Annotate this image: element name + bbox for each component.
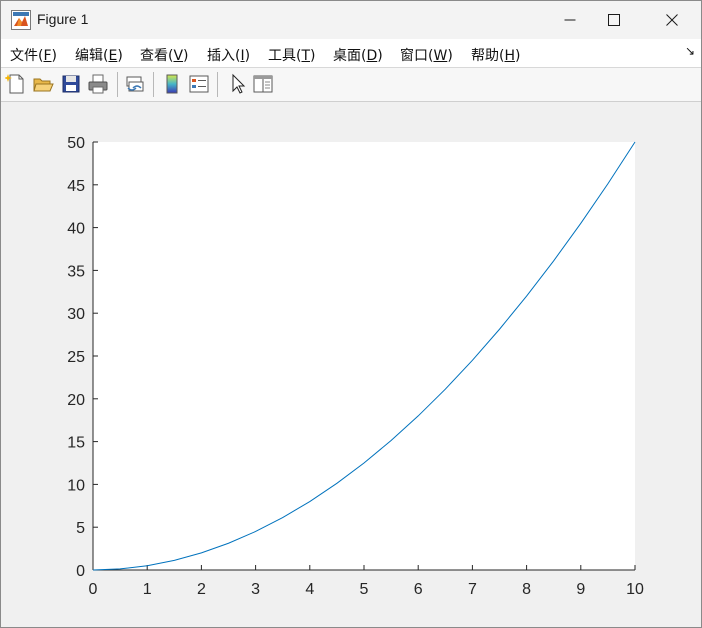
y-axis: 0 5 10 15 20 25 30 35 40 45 50 [67,135,98,580]
link-plot-icon[interactable] [124,73,146,95]
menu-overflow-icon[interactable]: ↘ [685,44,695,58]
maximize-button[interactable] [591,1,637,39]
print-icon[interactable] [87,73,109,95]
x-tick-label: 8 [522,581,531,598]
x-tick-label: 4 [305,581,314,598]
menu-file[interactable]: 文件(F) [10,45,57,65]
x-tick-label: 5 [360,581,369,598]
figure-window: Figure 1 文件(F) 编辑(E) 查看(V) 插入(I) 工具(T) 桌… [0,0,702,628]
minimize-button[interactable] [547,1,593,39]
maximize-icon [608,14,620,26]
x-tick-label: 1 [143,581,152,598]
y-tick-label: 20 [67,392,85,409]
save-icon[interactable] [60,73,82,95]
figure-canvas: 05101520253035404550 0 1 2 3 4 5 6 7 8 9 10 [67,135,644,598]
menu-view[interactable]: 查看(V) [140,45,189,65]
x-tick-label: 9 [576,581,585,598]
menu-desktop[interactable]: 桌面(D) [333,45,383,65]
y-tick-label: 40 [67,221,85,238]
x-axis: 0 1 2 3 4 5 6 7 8 9 10 [89,565,644,598]
insert-colorbar-icon[interactable] [161,73,183,95]
window-title: Figure 1 [37,11,89,27]
x-tick-label: 2 [197,581,206,598]
property-inspector-icon[interactable] [252,73,274,95]
matlab-logo-icon [11,10,31,30]
menu-help[interactable]: 帮助(H) [471,45,520,65]
x-tick-label: 3 [251,581,260,598]
toolbar-separator [153,72,154,97]
insert-legend-icon[interactable] [188,73,210,95]
figure-toolbar [1,68,701,102]
y-tick-label: 10 [67,477,85,494]
menu-window[interactable]: 窗口(W) [400,45,453,65]
menu-edit[interactable]: 编辑(E) [75,45,123,65]
menu-bar: 文件(F) 编辑(E) 查看(V) 插入(I) 工具(T) 桌面(D) 窗口(W… [1,39,701,68]
y-tick-label: 35 [67,263,85,280]
menu-tools[interactable]: 工具(T) [268,45,316,65]
toolbar-separator [217,72,218,97]
y-tick-label: 25 [67,349,85,366]
y-tick-label: 5 [76,520,85,537]
menu-insert[interactable]: 插入(I) [207,45,250,65]
x-tick-label: 7 [468,581,477,598]
x-tick-label: 10 [626,581,644,598]
open-file-icon[interactable] [32,73,54,95]
new-figure-icon[interactable] [5,73,27,95]
y-tick-label: 15 [67,435,85,452]
y-tick-label: 30 [67,306,85,323]
y-tick-label: 50 [67,135,85,152]
close-icon [666,14,678,26]
edit-plot-pointer-icon[interactable] [227,73,249,95]
minimize-icon [564,19,576,21]
axes-background[interactable] [93,142,635,570]
toolbar-separator [117,72,118,97]
title-bar[interactable]: Figure 1 [1,1,701,39]
x-tick-label: 6 [414,581,423,598]
y-tick-label: 0 [76,563,85,580]
x-tick-label: 0 [89,581,98,598]
close-button[interactable] [649,1,695,39]
y-tick-label: 45 [67,178,85,195]
